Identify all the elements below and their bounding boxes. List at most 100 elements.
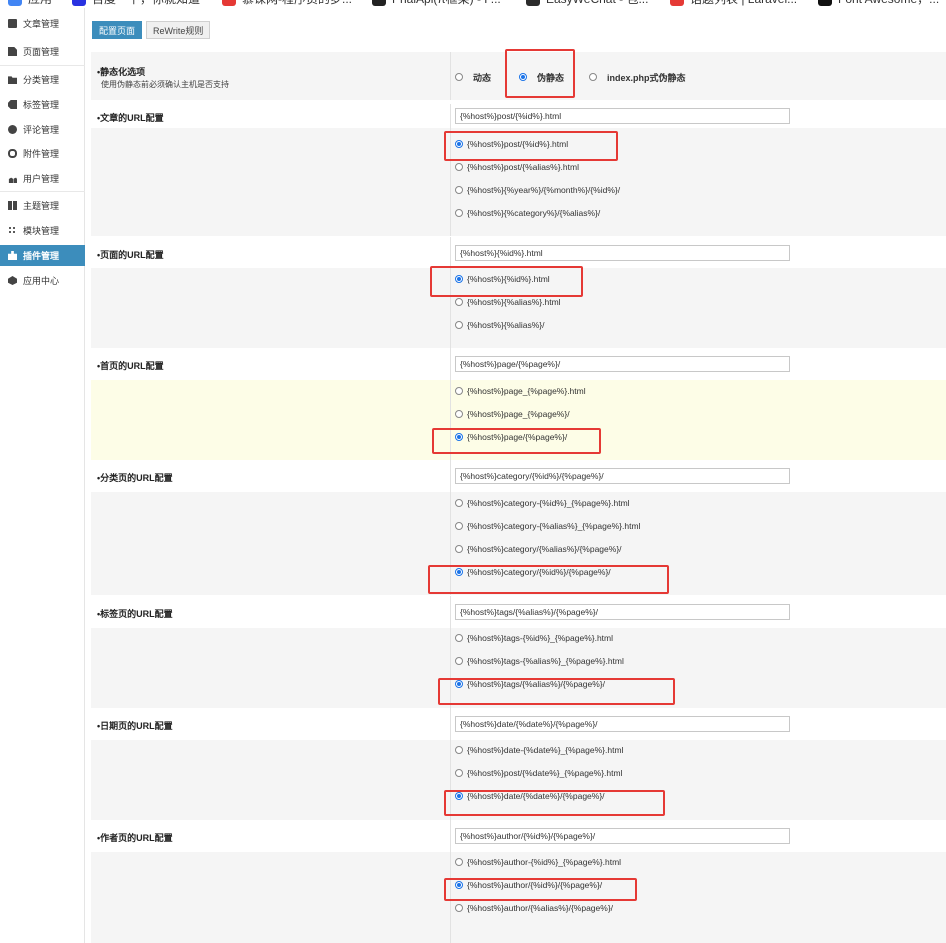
radio-button[interactable] [455, 881, 463, 889]
url-pattern-option[interactable]: {%host%}{%alias%}/ [455, 318, 545, 332]
url-options-row: {%host%}category-{%id%}_{%page%}.html {%h… [91, 492, 946, 595]
sidebar-item[interactable]: 主题管理 [0, 195, 85, 216]
radio-button[interactable] [455, 275, 463, 283]
url-pattern-option[interactable]: {%host%}category-{%alias%}_{%page%}.html [455, 519, 640, 533]
url-pattern-option[interactable]: {%host%}tags-{%id%}_{%page%}.html [455, 631, 613, 645]
sidebar-item[interactable]: 应用中心 [0, 270, 85, 291]
sidebar-item-label: 插件管理 [23, 251, 60, 261]
radio-button[interactable] [455, 746, 463, 754]
radio-button[interactable] [455, 680, 463, 688]
tab-rewrite-rules[interactable]: ReWrite规则 [146, 21, 211, 39]
radio-button[interactable] [519, 73, 527, 81]
sidebar-item-label: 分类管理 [23, 75, 60, 85]
tab-bar: 配置页面 ReWrite规则 [92, 21, 214, 39]
row-label-cell [91, 492, 451, 595]
radio-button[interactable] [455, 140, 463, 148]
sidebar-item[interactable]: 页面管理 [0, 41, 85, 62]
url-pattern-option[interactable]: {%host%}author/{%alias%}/{%page%}/ [455, 901, 613, 915]
radio-button[interactable] [455, 73, 463, 81]
folder-icon [8, 76, 17, 84]
url-pattern-option[interactable]: {%host%}{%id%}.html [455, 272, 550, 286]
sidebar-item[interactable]: 插件管理 [0, 245, 85, 266]
radio-button[interactable] [455, 769, 463, 777]
radio-button[interactable] [455, 568, 463, 576]
bookmark-label: PhalApi(π框架) - P... [392, 0, 501, 8]
url-pattern-option[interactable]: {%host%}author/{%id%}/{%page%}/ [455, 878, 602, 892]
option-label: {%host%}tags-{%id%}_{%page%}.html [467, 633, 614, 643]
bookmark-item[interactable]: 应用 [8, 0, 52, 8]
bookmark-item[interactable]: 慕课网-程序员的梦... [222, 0, 352, 8]
radio-button[interactable] [455, 657, 463, 665]
radio-button[interactable] [455, 634, 463, 642]
url-pattern-option[interactable]: {%host%}{%year%}/{%month%}/{%id%}/ [455, 183, 620, 197]
bookmark-label: 话题列表 | Laravel... [690, 0, 797, 8]
url-pattern-input[interactable] [455, 244, 790, 261]
url-pattern-option[interactable]: {%host%}date/{%date%}/{%page%}/ [455, 789, 605, 803]
url-pattern-option[interactable]: {%host%}page_{%page%}/ [455, 407, 570, 421]
radio-button[interactable] [455, 792, 463, 800]
url-pattern-option[interactable]: {%host%}date-{%date%}_{%page%}.html [455, 743, 623, 757]
url-config-label: •首页的URL配置 [97, 361, 164, 371]
url-pattern-input[interactable] [455, 716, 790, 732]
radio-button[interactable] [455, 904, 463, 912]
sidebar-item[interactable]: 评论管理 [0, 119, 85, 140]
url-pattern-option[interactable]: {%host%}category/{%id%}/{%page%}/ [455, 565, 611, 579]
bookmark-item[interactable]: PhalApi(π框架) - P... [372, 0, 501, 8]
radio-button[interactable] [455, 545, 463, 553]
url-pattern-option[interactable]: {%host%}post/{%alias%}.html [455, 160, 579, 174]
url-pattern-option[interactable]: {%host%}category-{%id%}_{%page%}.html [455, 496, 630, 510]
sidebar-item[interactable]: 文章管理 [0, 13, 85, 34]
sidebar-item[interactable]: 附件管理 [0, 143, 85, 164]
radio-button[interactable] [455, 433, 463, 441]
url-pattern-input[interactable] [455, 828, 790, 844]
sidebar-item[interactable]: 标签管理 [0, 94, 85, 115]
url-pattern-option[interactable]: {%host%}page_{%page%}.html [455, 384, 586, 398]
static-mode-option[interactable]: 伪静态 [519, 70, 564, 84]
url-pattern-option[interactable]: {%host%}tags-{%alias%}_{%page%}.html [455, 654, 624, 668]
url-pattern-input[interactable] [455, 604, 790, 620]
radio-button[interactable] [589, 73, 597, 81]
radio-button[interactable] [455, 499, 463, 507]
bookmark-item[interactable]: EasyWeChat - 包... [526, 0, 648, 8]
sidebar-item[interactable]: 分类管理 [0, 69, 85, 90]
url-pattern-input[interactable] [455, 108, 790, 124]
url-pattern-option[interactable]: {%host%}{%category%}/{%alias%}/ [455, 206, 600, 220]
url-pattern-option[interactable]: {%host%}category/{%alias%}/{%page%}/ [455, 542, 622, 556]
url-pattern-option[interactable]: {%host%}tags/{%alias%}/{%page%}/ [455, 677, 605, 691]
sidebar-item[interactable]: 用户管理 [0, 168, 85, 189]
url-pattern-input[interactable] [455, 468, 790, 484]
tab-config-page[interactable]: 配置页面 [92, 21, 143, 39]
sidebar-divider [0, 191, 85, 192]
puzzle-icon [8, 251, 17, 260]
url-pattern-option[interactable]: {%host%}{%alias%}.html [455, 295, 561, 309]
url-options-row: {%host%}{%id%}.html {%host%}{%alias%}.htm… [91, 268, 946, 348]
bookmark-item[interactable]: 话题列表 | Laravel... [670, 0, 797, 8]
bookmark-item[interactable]: 百度一下，你就知道 [72, 0, 200, 8]
option-label: {%host%}post/{%date%}_{%page%}.html [467, 768, 623, 778]
radio-button[interactable] [455, 410, 463, 418]
sidebar-item[interactable]: 模块管理 [0, 220, 85, 241]
radio-button[interactable] [455, 298, 463, 306]
option-label: {%host%}author/{%alias%}/{%page%}/ [467, 903, 614, 913]
radio-button[interactable] [455, 186, 463, 194]
sidebar-item-label: 评论管理 [23, 125, 60, 135]
bookmark-item[interactable]: Font Awesome，... [818, 0, 939, 8]
radio-button[interactable] [455, 321, 463, 329]
url-options-row: {%host%}tags-{%id%}_{%page%}.html {%host%… [91, 628, 946, 708]
url-pattern-option[interactable]: {%host%}page/{%page%}/ [455, 430, 567, 444]
url-pattern-option[interactable]: {%host%}post/{%id%}.html [455, 137, 568, 151]
url-pattern-option[interactable]: {%host%}post/{%date%}_{%page%}.html [455, 766, 622, 780]
url-pattern-input[interactable] [455, 356, 790, 372]
url-pattern-option[interactable]: {%host%}author-{%id%}_{%page%}.html [455, 855, 621, 869]
radio-button[interactable] [455, 209, 463, 217]
radio-button[interactable] [455, 387, 463, 395]
radio-button[interactable] [455, 858, 463, 866]
static-mode-option[interactable]: index.php式伪静态 [589, 70, 686, 84]
url-config-row: •标签页的URL配置 [91, 596, 946, 628]
radio-button[interactable] [455, 522, 463, 530]
module-icon [8, 226, 17, 235]
static-mode-option[interactable]: 动态 [455, 70, 491, 84]
radio-button[interactable] [455, 163, 463, 171]
row-label-cell [91, 628, 451, 708]
bookmark-favicon-icon [670, 0, 684, 6]
